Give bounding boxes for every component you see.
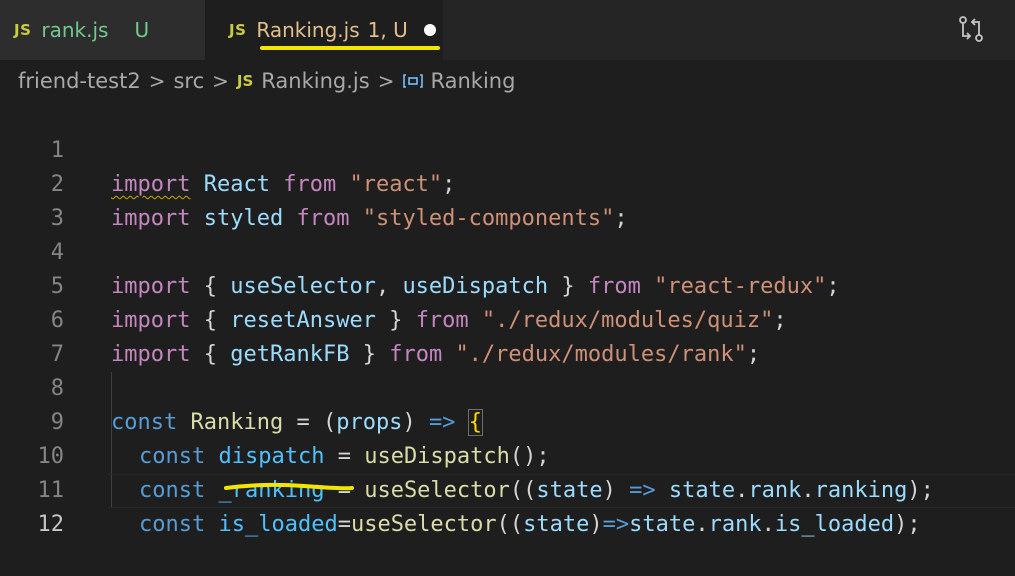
code-line: 2 import styled from "styled-components"… [0, 134, 1015, 231]
code-line: 11 const is_loaded=useSelector((state)=>… [0, 440, 1015, 537]
javascript-file-icon: JS [229, 21, 247, 39]
tab-label: Ranking.js [256, 18, 360, 42]
git-status-untracked: U [134, 18, 150, 42]
breadcrumb-file[interactable]: Ranking.js [261, 69, 369, 93]
code-line: 6 import { getRankFB } from "./redux/mod… [0, 270, 1015, 367]
javascript-file-icon: JS [236, 72, 254, 90]
breadcrumb-symbol-label: Ranking [430, 69, 516, 93]
breadcrumb-folder-src[interactable]: src [173, 69, 204, 93]
annotation-underline-code [224, 482, 354, 491]
breadcrumb-symbol[interactable]: Ranking [402, 69, 515, 93]
tab-bar: JS rank.js U JS Ranking.js 1, U [0, 0, 1015, 60]
code-text: const is_loaded=useSelector((state)=>sta… [139, 512, 921, 537]
chevron-right-icon: > [377, 69, 395, 93]
symbol-variable-icon [403, 74, 424, 88]
unsaved-dot-icon[interactable] [423, 24, 436, 36]
code-line: 4 import { useSelector, useDispatch } fr… [0, 202, 1015, 299]
javascript-file-icon: JS [14, 21, 32, 39]
code-line: 9 const dispatch = useDispatch(); [0, 372, 1015, 469]
code-line: 7 [0, 304, 1015, 367]
code-line: 12 [0, 474, 1015, 537]
chevron-right-icon: > [148, 69, 166, 93]
code-editor[interactable]: 1 import React from "react"; 2 import st… [0, 100, 1015, 537]
tab-rank-js[interactable]: JS rank.js U [0, 0, 205, 60]
code-line: 1 import React from "react"; [0, 100, 1015, 197]
compare-changes-icon[interactable] [956, 14, 986, 44]
breadcrumb: friend-test2 > src > JS Ranking.js > Ran… [0, 60, 1015, 102]
code-line: 8 const Ranking = (props) => { [0, 338, 1015, 436]
tab-problem-status: 1, U [367, 18, 408, 42]
code-line: 5 import { resetAnswer } from "./redux/m… [0, 236, 1015, 333]
code-line: 10 const _ranking = useSelector((state) … [0, 406, 1015, 503]
annotation-underline-tab [260, 46, 440, 50]
tab-ranking-js[interactable]: JS Ranking.js 1, U [205, 0, 443, 60]
tab-label: rank.js [41, 18, 109, 42]
chevron-right-icon: > [212, 69, 229, 93]
line-number: 12 [37, 512, 65, 537]
code-line: 3 [0, 168, 1015, 231]
breadcrumb-folder-friend-test2[interactable]: friend-test2 [18, 69, 141, 93]
